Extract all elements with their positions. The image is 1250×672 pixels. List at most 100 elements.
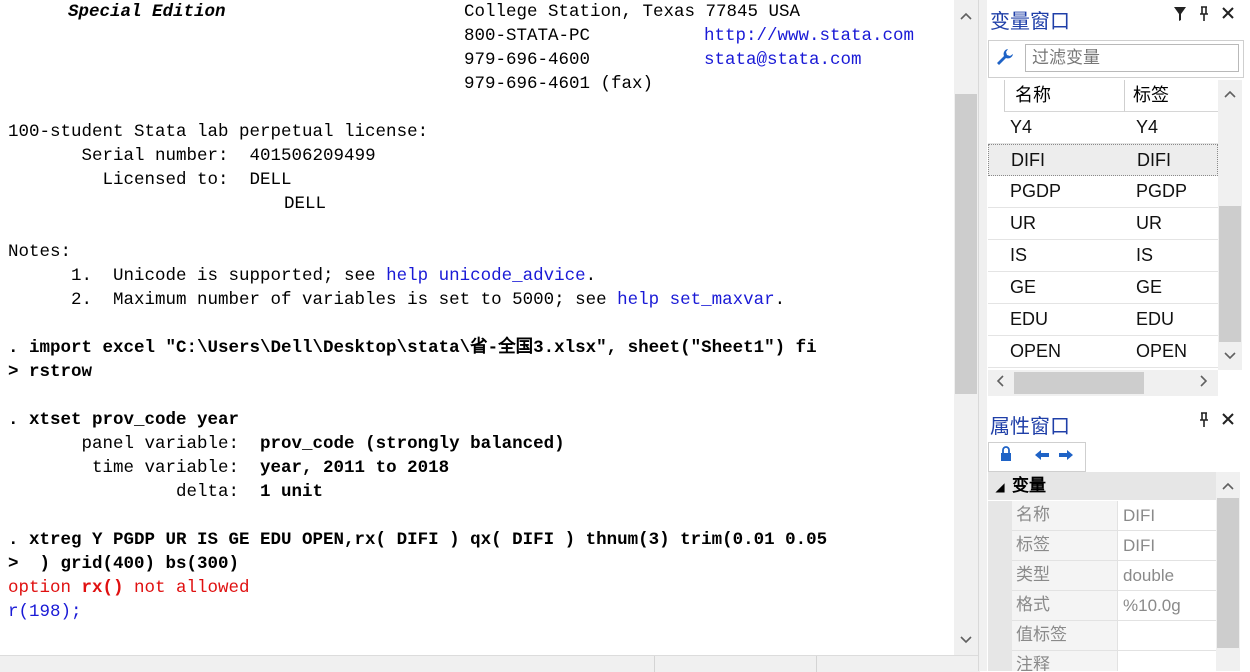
variable-name: EDU	[1010, 309, 1049, 329]
scroll-up-icon[interactable]	[1216, 474, 1240, 498]
edition-text: Special Edition	[68, 2, 226, 22]
close-icon[interactable]	[1218, 6, 1238, 25]
variable-label: EDU	[1136, 309, 1175, 329]
results-vertical-scrollbar[interactable]	[954, 0, 978, 655]
scroll-up-icon[interactable]	[954, 4, 978, 28]
variable-filter-input[interactable]	[1025, 44, 1239, 72]
variable-label: Y4	[1136, 117, 1159, 137]
serial-number: 401506209499	[249, 146, 376, 166]
property-gutter	[988, 651, 1012, 671]
variable-row[interactable]: GE GE	[988, 272, 1218, 304]
column-header-label[interactable]: 标签	[1124, 80, 1218, 112]
property-row[interactable]: 标签 DIFI	[988, 531, 1216, 561]
serial-label: Serial number:	[8, 146, 250, 166]
note-1-suffix: .	[585, 266, 597, 286]
property-row[interactable]: 类型 double	[988, 561, 1216, 591]
note-1: 1. Unicode is supported; see help unicod…	[8, 264, 596, 288]
pin-icon[interactable]	[1194, 6, 1214, 27]
note-1-text: 1. Unicode is supported; see	[8, 266, 387, 286]
property-value[interactable]	[1118, 621, 1216, 651]
property-gutter	[988, 591, 1012, 621]
scroll-up-icon[interactable]	[1218, 82, 1242, 106]
arrow-right-icon[interactable]	[1053, 446, 1079, 468]
variable-name: UR	[1010, 213, 1036, 233]
properties-toolbar	[988, 442, 1086, 472]
variable-label: IS	[1136, 245, 1154, 265]
variable-label: OPEN	[1136, 341, 1188, 361]
filter-funnel-icon[interactable]	[1170, 6, 1190, 27]
variable-row[interactable]: DIFI DIFI	[988, 144, 1218, 176]
delta-line: delta: 1 unit	[8, 480, 323, 504]
wrench-icon[interactable]	[995, 48, 1015, 68]
properties-grid: ◢ 变量 名称 DIFI 标签 DIFI 类型 double 格式 %10.0g 值标签 注释	[988, 472, 1216, 671]
serial-line: Serial number: 401506209499	[8, 144, 376, 168]
help-unicode-advice-link[interactable]: help unicode_advice	[386, 266, 586, 286]
property-gutter	[988, 621, 1012, 651]
variable-row[interactable]: IS IS	[988, 240, 1218, 272]
arrow-left-icon[interactable]	[1029, 446, 1055, 468]
scroll-right-icon[interactable]	[1192, 371, 1216, 395]
properties-vertical-scrollbar[interactable]	[1216, 472, 1240, 671]
property-row[interactable]: 注释	[988, 651, 1216, 671]
property-row[interactable]: 值标签	[988, 621, 1216, 651]
variables-list: 名称 标签 Y4 Y4 DIFI DIFI PGDP PGDP UR UR IS IS GE GE ED…	[988, 80, 1218, 370]
panel-variable-value: prov_code (strongly balanced)	[260, 434, 565, 454]
pin-icon[interactable]	[1194, 412, 1214, 433]
email-link[interactable]: stata@stata.com	[704, 48, 862, 72]
return-code-link[interactable]: r(198);	[8, 600, 82, 624]
property-value[interactable]: DIFI	[1118, 501, 1216, 531]
variable-name: DIFI	[1011, 150, 1045, 170]
variables-scroll-thumb[interactable]	[1219, 206, 1241, 342]
website-link[interactable]: http://www.stata.com	[704, 24, 914, 48]
results-window[interactable]: Special Edition College Station, Texas 7…	[0, 0, 954, 655]
note-2: 2. Maximum number of variables is set to…	[8, 288, 785, 312]
pane-splitter[interactable]	[978, 0, 987, 671]
scroll-down-icon[interactable]	[1218, 344, 1242, 368]
variable-label: PGDP	[1136, 181, 1188, 201]
property-key: 标签	[1012, 531, 1118, 561]
license-line: 100-student Stata lab perpetual license:	[8, 122, 429, 142]
properties-scroll-thumb[interactable]	[1217, 498, 1239, 648]
variable-name: OPEN	[1010, 341, 1062, 361]
close-icon[interactable]	[1218, 412, 1238, 431]
scroll-down-icon[interactable]	[954, 628, 978, 652]
results-scroll-thumb[interactable]	[955, 94, 977, 394]
error-suffix: not allowed	[123, 578, 250, 598]
status-divider	[816, 656, 817, 672]
variable-filter-bar	[988, 40, 1244, 78]
variable-row[interactable]: EDU EDU	[988, 304, 1218, 336]
variables-hscroll-thumb[interactable]	[1014, 372, 1144, 394]
help-set-maxvar-link[interactable]: help set_maxvar	[617, 290, 775, 310]
variable-name: Y4	[1010, 117, 1033, 137]
variable-row[interactable]: Y4 Y4	[988, 112, 1218, 144]
variable-row[interactable]: UR UR	[988, 208, 1218, 240]
variables-horizontal-scrollbar[interactable]	[988, 370, 1218, 396]
note-2-suffix: .	[774, 290, 786, 310]
property-row[interactable]: 名称 DIFI	[988, 501, 1216, 531]
property-key: 类型	[1012, 561, 1118, 591]
scroll-left-icon[interactable]	[988, 371, 1012, 395]
panel-variable-label: panel variable:	[8, 434, 261, 454]
address-text: College Station, Texas 77845 USA	[464, 2, 801, 22]
lock-icon[interactable]	[993, 446, 1019, 468]
property-value[interactable]: DIFI	[1118, 531, 1216, 561]
variables-vertical-scrollbar[interactable]	[1218, 80, 1242, 370]
variable-name: PGDP	[1010, 181, 1062, 201]
column-header-name[interactable]: 名称	[1004, 80, 1124, 112]
property-value[interactable]: double	[1118, 561, 1216, 591]
property-gutter	[988, 531, 1012, 561]
property-category-variable[interactable]: ◢ 变量	[988, 472, 1216, 500]
property-value[interactable]: %10.0g	[1118, 591, 1216, 621]
time-variable-line: time variable: year, 2011 to 2018	[8, 456, 449, 480]
variable-row[interactable]: OPEN OPEN	[988, 336, 1218, 368]
property-row[interactable]: 格式 %10.0g	[988, 591, 1216, 621]
fax-text: 979-696-4601 (fax)	[464, 74, 654, 94]
phone-text: 800-STATA-PC	[464, 26, 591, 46]
property-value[interactable]	[1118, 651, 1216, 671]
error-message: option rx() not allowed	[8, 576, 250, 600]
licensed-to-value: DELL	[249, 170, 292, 190]
collapse-triangle-icon[interactable]: ◢	[988, 473, 1012, 501]
import-command-cont: > rstrow	[8, 362, 93, 382]
variable-row[interactable]: PGDP PGDP	[988, 176, 1218, 208]
variable-name: IS	[1010, 245, 1028, 265]
